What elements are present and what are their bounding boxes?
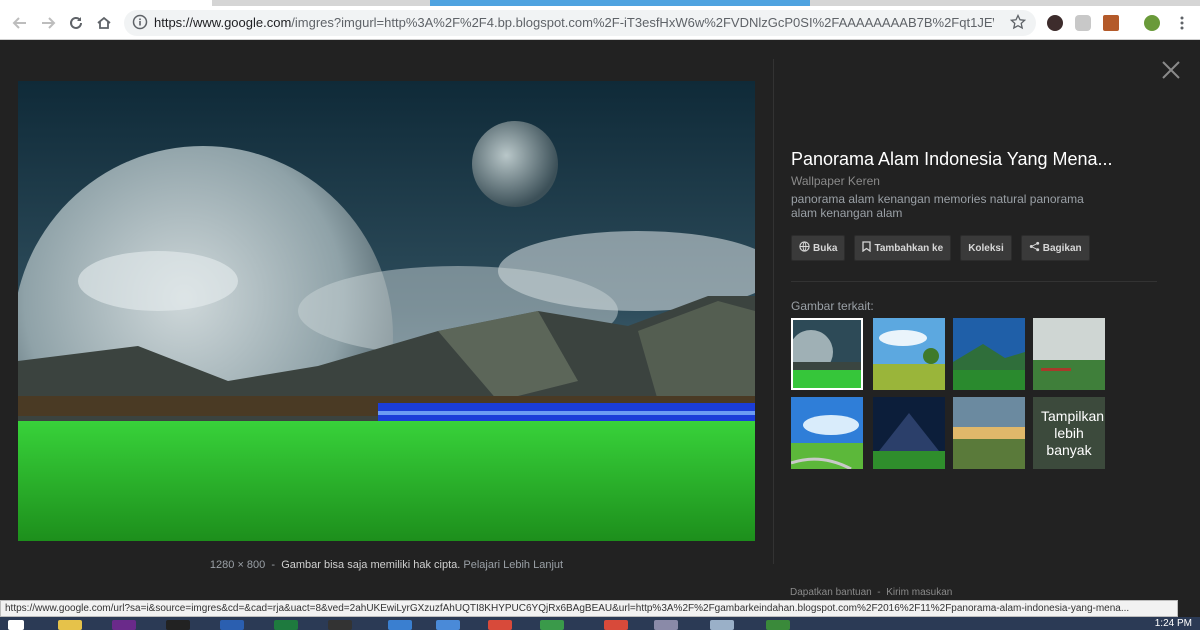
globe-icon (799, 241, 810, 255)
taskbar-app-icon[interactable] (710, 620, 734, 630)
url-host: https://www.google.com (154, 15, 292, 30)
related-thumbnail[interactable] (873, 318, 945, 390)
related-thumbnail[interactable] (953, 318, 1025, 390)
url-path: /imgres?imgurl=http%3A%2F%2F4.bp.blogspo… (291, 15, 994, 30)
caption-separator: - (265, 559, 282, 571)
home-icon[interactable] (94, 13, 114, 33)
add-to-button-label: Tambahkan ke (874, 242, 944, 254)
feedback-link[interactable]: Kirim masukan (886, 587, 952, 598)
start-icon[interactable] (8, 620, 24, 630)
taskbar-clock: 1:24 PM (1154, 618, 1192, 629)
os-taskbar: 1:24 PM (0, 617, 1200, 630)
taskbar-app-icon[interactable] (604, 620, 628, 630)
open-button-label: Buka (813, 242, 838, 254)
site-info-icon[interactable] (132, 14, 148, 35)
taskbar-app-icon[interactable] (654, 620, 678, 630)
open-button[interactable]: Buka (791, 235, 846, 261)
extension-icon[interactable] (1103, 15, 1119, 31)
related-thumbnail[interactable] (791, 318, 863, 390)
profile-avatar[interactable] (1144, 15, 1160, 31)
taskbar-app-icon[interactable] (436, 620, 460, 630)
bookmark-icon (862, 241, 872, 255)
browser-toolbar: https://www.google.com/imgres?imgurl=htt… (0, 6, 1200, 40)
show-more-label: Tampilkan lebih banyak (1041, 407, 1105, 458)
share-button-label: Bagikan (1042, 242, 1082, 254)
add-to-button[interactable]: Tambahkan ke (854, 235, 952, 261)
address-bar[interactable]: https://www.google.com/imgres?imgurl=htt… (124, 10, 1036, 36)
related-thumbnail[interactable] (1033, 318, 1105, 390)
image-description: panorama alam kenangan memories natural … (791, 192, 1084, 220)
word-icon[interactable] (220, 620, 244, 630)
cloud-extension-icon[interactable] (1075, 15, 1091, 31)
link-status-bar: https://www.google.com/url?sa=i&source=i… (0, 600, 1178, 617)
collection-button-label: Koleksi (968, 242, 1004, 254)
related-thumbnail[interactable] (791, 397, 863, 469)
main-image[interactable] (18, 81, 755, 541)
close-icon[interactable] (1160, 59, 1182, 81)
learn-more-link[interactable]: Pelajari Lebih Lanjut (463, 559, 563, 571)
image-dimensions: 1280 × 800 (209, 559, 266, 571)
show-more-button[interactable]: Tampilkan lebih banyak (1033, 397, 1105, 469)
collection-button[interactable]: Koleksi (960, 235, 1012, 261)
excel-icon[interactable] (274, 620, 298, 630)
image-caption: 1280 × 800 - Gambar bisa saja memiliki h… (0, 559, 773, 571)
copyright-notice: Gambar bisa saja memiliki hak cipta. (281, 559, 461, 571)
image-source[interactable]: Wallpaper Keren (791, 174, 880, 188)
reload-icon[interactable] (66, 13, 86, 33)
image-title[interactable]: Panorama Alam Indonesia Yang Mena... (791, 149, 1151, 170)
forward-icon[interactable] (38, 13, 58, 33)
panel-divider (773, 59, 774, 564)
bookmark-star-icon[interactable] (1009, 13, 1027, 35)
taskbar-app-icon[interactable] (166, 620, 190, 630)
section-divider (791, 281, 1157, 282)
back-icon[interactable] (10, 13, 30, 33)
related-images-label: Gambar terkait: (791, 299, 874, 313)
url-text[interactable]: https://www.google.com/imgres?imgurl=htt… (154, 15, 994, 30)
related-thumbnail[interactable] (953, 397, 1025, 469)
share-button[interactable]: Bagikan (1020, 235, 1090, 261)
share-icon (1029, 241, 1040, 255)
taskbar-app-icon[interactable] (766, 620, 790, 630)
taskbar-app-icon[interactable] (328, 620, 352, 630)
taskbar-app-icon[interactable] (540, 620, 564, 630)
footer-links: Dapatkan bantuan - Kirim masukan (790, 587, 952, 598)
taskbar-app-icon[interactable] (388, 620, 412, 630)
footer-separator: - (871, 587, 887, 598)
chrome-icon[interactable] (488, 620, 512, 630)
image-viewer: 1280 × 800 - Gambar bisa saja memiliki h… (0, 41, 1200, 600)
menu-icon[interactable] (1172, 13, 1192, 33)
help-link[interactable]: Dapatkan bantuan (790, 587, 872, 598)
file-explorer-icon[interactable] (58, 620, 82, 630)
action-buttons: Buka Tambahkan ke Koleksi Bagikan (791, 235, 1090, 261)
extension-k-icon[interactable] (1047, 15, 1063, 31)
taskbar-app-icon[interactable] (112, 620, 136, 630)
related-thumbnail[interactable] (873, 397, 945, 469)
